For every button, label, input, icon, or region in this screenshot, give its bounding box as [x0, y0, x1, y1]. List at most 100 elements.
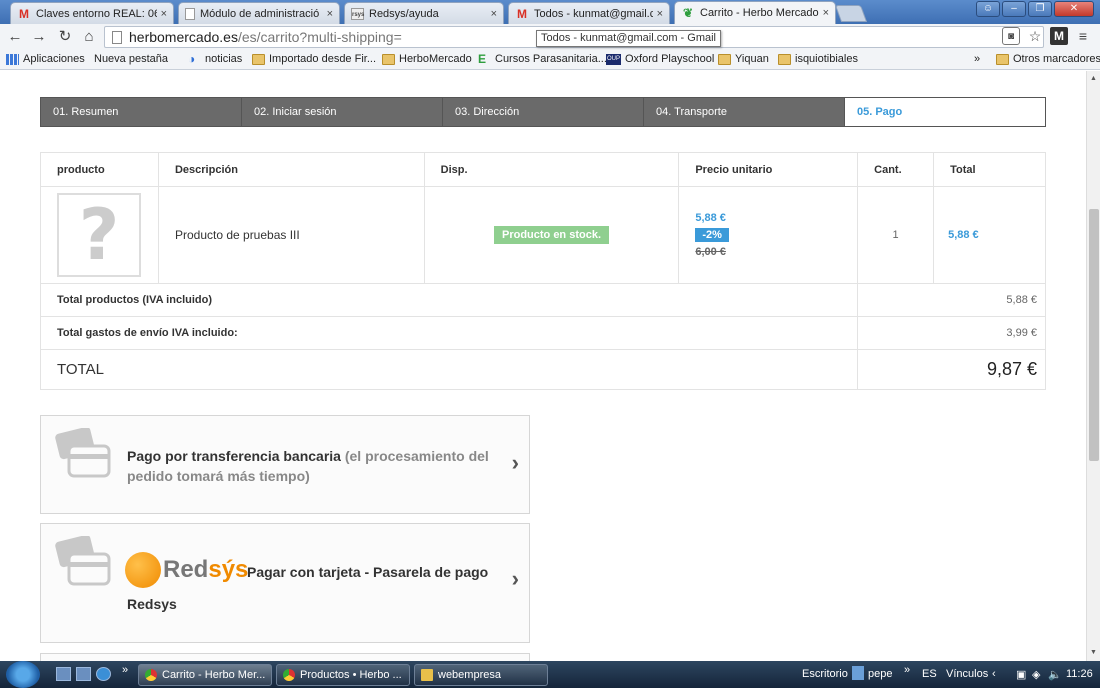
gmail-extension-icon[interactable]: M [1050, 27, 1068, 45]
scrollbar-thumb[interactable] [1089, 209, 1099, 461]
back-icon[interactable]: ← [6, 28, 24, 46]
credit-card-icon [55, 536, 111, 586]
step-iniciar-sesion[interactable]: 02. Iniciar sesión [242, 98, 443, 126]
page-icon [112, 31, 122, 44]
clock[interactable]: 11:26 [1066, 668, 1093, 680]
sync-icon[interactable]: ◈ [1032, 668, 1040, 681]
tab-label: Todos - kunmat@gmail.c [534, 7, 653, 20]
tab-redsys-ayuda[interactable]: rsys Redsys/ayuda × [344, 2, 504, 24]
close-icon[interactable]: × [327, 8, 333, 20]
taskbar-button-label: Productos • Herbo ... [300, 669, 402, 681]
scroll-down-icon[interactable]: ▼ [1090, 649, 1097, 656]
tab-todos-gmail[interactable]: M Todos - kunmat@gmail.c × [508, 2, 670, 24]
payment-option-partial[interactable] [40, 653, 530, 661]
bookmark-yiquan[interactable]: Yiquan [718, 53, 769, 65]
bookmark-star-icon[interactable]: ☆ [1026, 27, 1044, 45]
redsys-wordmark-sys: sýs [208, 556, 249, 583]
cart-table: producto Descripción Disp. Precio unitar… [39, 152, 1046, 390]
checkout-steps: 01. Resumen 02. Iniciar sesión 03. Direc… [40, 97, 1046, 127]
bookmark-herbomercado[interactable]: HerboMercado [382, 53, 472, 65]
taskbar-button-productos[interactable]: Productos • Herbo ... [276, 664, 410, 686]
bookmarks-bar: Aplicaciones Nueva pestaña ◑ noticias Imp… [0, 50, 1100, 135]
forward-icon[interactable]: → [30, 28, 48, 46]
show-desktop-icon[interactable] [56, 667, 71, 681]
bookmark-label: Otros marcadores [1013, 53, 1100, 65]
payment-bank-transfer[interactable]: Pago por transferencia bancaria (el proc… [40, 415, 530, 514]
availability-cell: Producto en stock. [423, 186, 680, 284]
explorer-icon[interactable] [76, 667, 91, 681]
network-icon[interactable]: ▣ [1016, 668, 1026, 681]
bookmark-label: Nueva pestaña [94, 53, 168, 65]
noticias-icon: ◑ [188, 51, 196, 66]
chevron-left-icon[interactable]: ‹ [992, 668, 996, 680]
maximize-icon[interactable]: ❐ [1028, 1, 1052, 17]
close-icon[interactable]: × [823, 7, 829, 19]
start-button-icon[interactable] [6, 661, 40, 688]
bookmark-isquiotibiales[interactable]: isquiotibiales [778, 53, 858, 65]
folder-icon [996, 53, 1009, 65]
page-scrollbar[interactable]: ▲ ▼ [1086, 71, 1100, 661]
product-image-placeholder[interactable]: ? [57, 193, 141, 277]
bookmark-label: Yiquan [735, 53, 769, 65]
bookmark-oxford-playschool[interactable]: OUP Oxford Playschool [606, 53, 714, 65]
chrome-icon [145, 669, 157, 681]
extension-icon[interactable]: ◙ [1002, 27, 1020, 45]
bookmark-label: Aplicaciones [23, 53, 85, 65]
step-direccion[interactable]: 03. Dirección [443, 98, 644, 126]
credit-card-icon [55, 428, 111, 478]
tab-claves-entorno[interactable]: M Claves entorno REAL: 061( × [10, 2, 174, 24]
url-host: herbomercado.es [129, 29, 238, 45]
tray-overflow[interactable]: » [904, 664, 910, 676]
chevron-right-icon: › [511, 566, 519, 591]
language-indicator[interactable]: ES [922, 668, 937, 680]
user-icon[interactable]: ☺ [976, 1, 1000, 17]
close-icon[interactable]: × [161, 8, 167, 20]
user-folder-icon [852, 666, 864, 680]
taskbar-button-webempresa[interactable]: webempresa [414, 664, 548, 686]
header-cantidad: Cant. [857, 152, 935, 187]
taskbar-button-carrito[interactable]: Carrito - Herbo Mer... [138, 664, 272, 686]
new-tab-button[interactable] [834, 5, 868, 22]
tray-vinculos[interactable]: Vínculos [946, 668, 988, 680]
bookmark-importado[interactable]: Importado desde Fir... [252, 53, 376, 65]
tab-modulo-administracion[interactable]: Módulo de administració × [178, 2, 340, 24]
bookmark-nueva-pestana[interactable]: Nueva pestaña [94, 53, 168, 135]
reload-icon[interactable]: ↻ [56, 28, 74, 46]
home-icon[interactable]: ⌂ [80, 28, 98, 46]
total-products-value: 5,88 € [857, 283, 1046, 317]
total-products-label: Total productos (IVA incluido) [39, 283, 859, 317]
tab-label: Carrito - Herbo Mercado [700, 7, 819, 19]
bookmark-noticias[interactable]: ◑ noticias [188, 51, 243, 66]
toolbar-actions: ◙ ☆ M ≡ [1002, 27, 1092, 45]
menu-icon[interactable]: ≡ [1074, 27, 1092, 45]
shipping-value: 3,99 € [857, 316, 1046, 350]
chrome-icon [283, 669, 295, 681]
internet-explorer-icon[interactable] [96, 667, 111, 681]
tab-carrito-herbo-mercado[interactable]: ❦ Carrito - Herbo Mercado × [674, 1, 836, 24]
bookmark-otros-marcadores[interactable]: Otros marcadores [996, 53, 1100, 65]
quantity-value: 1 [857, 186, 935, 284]
product-description[interactable]: Producto de pruebas III [157, 186, 425, 284]
stock-badge: Producto en stock. [493, 226, 610, 244]
minimize-icon[interactable]: – [1002, 1, 1026, 17]
tray-escritorio[interactable]: Escritorio [802, 668, 848, 680]
quicklaunch-overflow[interactable]: » [122, 664, 128, 676]
step-resumen[interactable]: 01. Resumen [41, 98, 242, 126]
bookmark-label: noticias [205, 53, 243, 65]
volume-icon[interactable]: 🔈 [1048, 668, 1062, 681]
bookmarks-overflow[interactable]: » [974, 53, 980, 65]
step-transporte[interactable]: 04. Transporte [644, 98, 845, 126]
shipping-label: Total gastos de envío IVA incluido: [39, 316, 859, 350]
payment-redsys[interactable]: Redsýs Pagar con tarjeta - Pasarela de p… [40, 523, 530, 643]
close-icon[interactable]: × [657, 8, 663, 20]
header-descripcion: Descripción [157, 152, 425, 187]
bookmark-aplicaciones[interactable]: Aplicaciones [6, 53, 85, 65]
tray-user[interactable]: pepe [868, 668, 892, 680]
bookmark-cursos-parasanitaria[interactable]: E Cursos Parasanitaria... [478, 53, 607, 66]
tab-label: Redsys/ayuda [369, 7, 439, 20]
scroll-up-icon[interactable]: ▲ [1090, 75, 1097, 82]
herbomercado-favicon: ❦ [682, 6, 694, 20]
close-icon[interactable]: × [491, 8, 497, 20]
close-window-icon[interactable]: ✕ [1054, 1, 1094, 17]
header-producto: producto [40, 152, 159, 187]
